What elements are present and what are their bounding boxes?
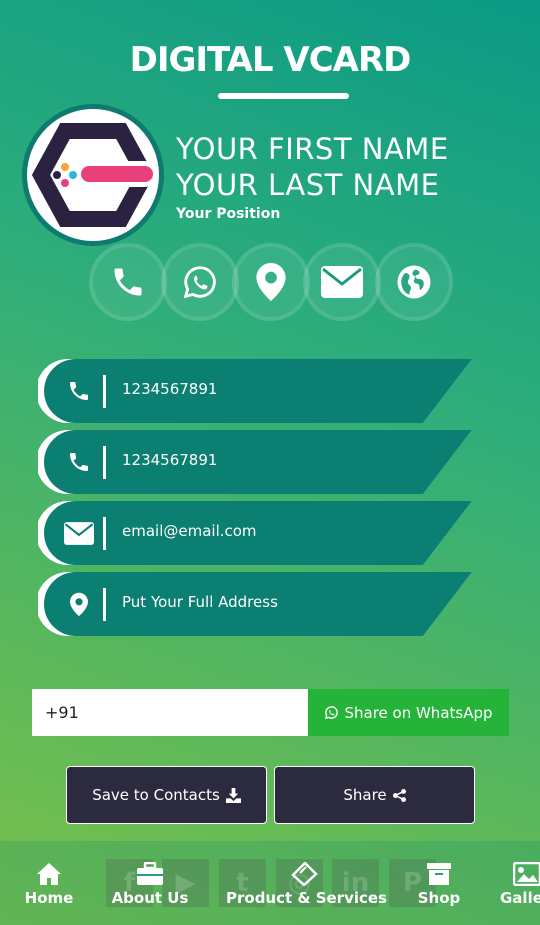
separator [103, 517, 106, 550]
phone-number-input[interactable] [32, 689, 308, 736]
ticket-icon [291, 862, 318, 886]
archive-icon [427, 863, 451, 885]
envelope-icon [62, 517, 96, 549]
whatsapp-icon [325, 706, 339, 720]
separator [103, 588, 106, 621]
image-icon [513, 862, 540, 886]
nav-shop-label: Shop [417, 889, 461, 907]
nav-gallery[interactable]: Galle [500, 862, 540, 907]
profile-logo [22, 104, 164, 246]
nav-product-services[interactable]: Product & Services [226, 862, 387, 907]
contact-text: Put Your Full Address [122, 593, 278, 611]
email-icon [321, 266, 363, 298]
contact-text: 1234567891 [122, 451, 218, 469]
nav-home[interactable]: Home [24, 862, 74, 907]
phone-icon [62, 375, 96, 407]
phone-icon [62, 446, 96, 478]
nav-gallery-label: Galle [500, 889, 540, 907]
logo-hexagon-icon [31, 123, 157, 227]
separator [103, 446, 106, 479]
globe-icon [397, 265, 431, 299]
briefcase-icon [137, 862, 163, 885]
page-title: DIGITAL VCARD [129, 40, 412, 80]
download-icon [225, 787, 241, 803]
share-button[interactable]: Share [274, 766, 475, 824]
first-name: YOUR FIRST NAME [176, 132, 449, 166]
save-to-contacts-button[interactable]: Save to Contacts [66, 766, 267, 824]
whatsapp-button-label: Share on WhatsApp [344, 703, 493, 722]
email-button[interactable] [303, 243, 381, 321]
phone-icon [114, 268, 142, 296]
separator [103, 375, 106, 408]
location-icon [256, 263, 286, 301]
quick-action-bar [89, 243, 455, 321]
location-button[interactable] [232, 243, 310, 321]
nav-product-label: Product & Services [226, 889, 387, 907]
contact-row-phone-1[interactable]: 1234567891 [38, 359, 472, 423]
nav-about-us[interactable]: About Us [111, 862, 189, 907]
contact-row-address[interactable]: Put Your Full Address [38, 572, 472, 636]
contact-text: email@email.com [122, 522, 257, 540]
share-button-label: Share [343, 786, 387, 804]
contact-text: 1234567891 [122, 380, 218, 398]
nav-about-label: About Us [111, 889, 189, 907]
home-icon [37, 863, 61, 885]
nav-home-label: Home [24, 889, 74, 907]
website-button[interactable] [375, 243, 453, 321]
contact-row-phone-2[interactable]: 1234567891 [38, 430, 472, 494]
location-pin-icon [62, 588, 96, 620]
share-icon [392, 788, 406, 802]
title-underline [218, 93, 349, 99]
nav-shop[interactable]: Shop [416, 862, 462, 907]
whatsapp-icon [183, 266, 216, 299]
call-button[interactable] [89, 243, 167, 321]
whatsapp-button[interactable] [161, 243, 239, 321]
save-button-label: Save to Contacts [92, 786, 220, 804]
last-name: YOUR LAST NAME [176, 168, 440, 202]
job-position: Your Position [176, 206, 281, 222]
contact-row-email[interactable]: email@email.com [38, 501, 472, 565]
share-on-whatsapp-button[interactable]: Share on WhatsApp [308, 689, 509, 736]
